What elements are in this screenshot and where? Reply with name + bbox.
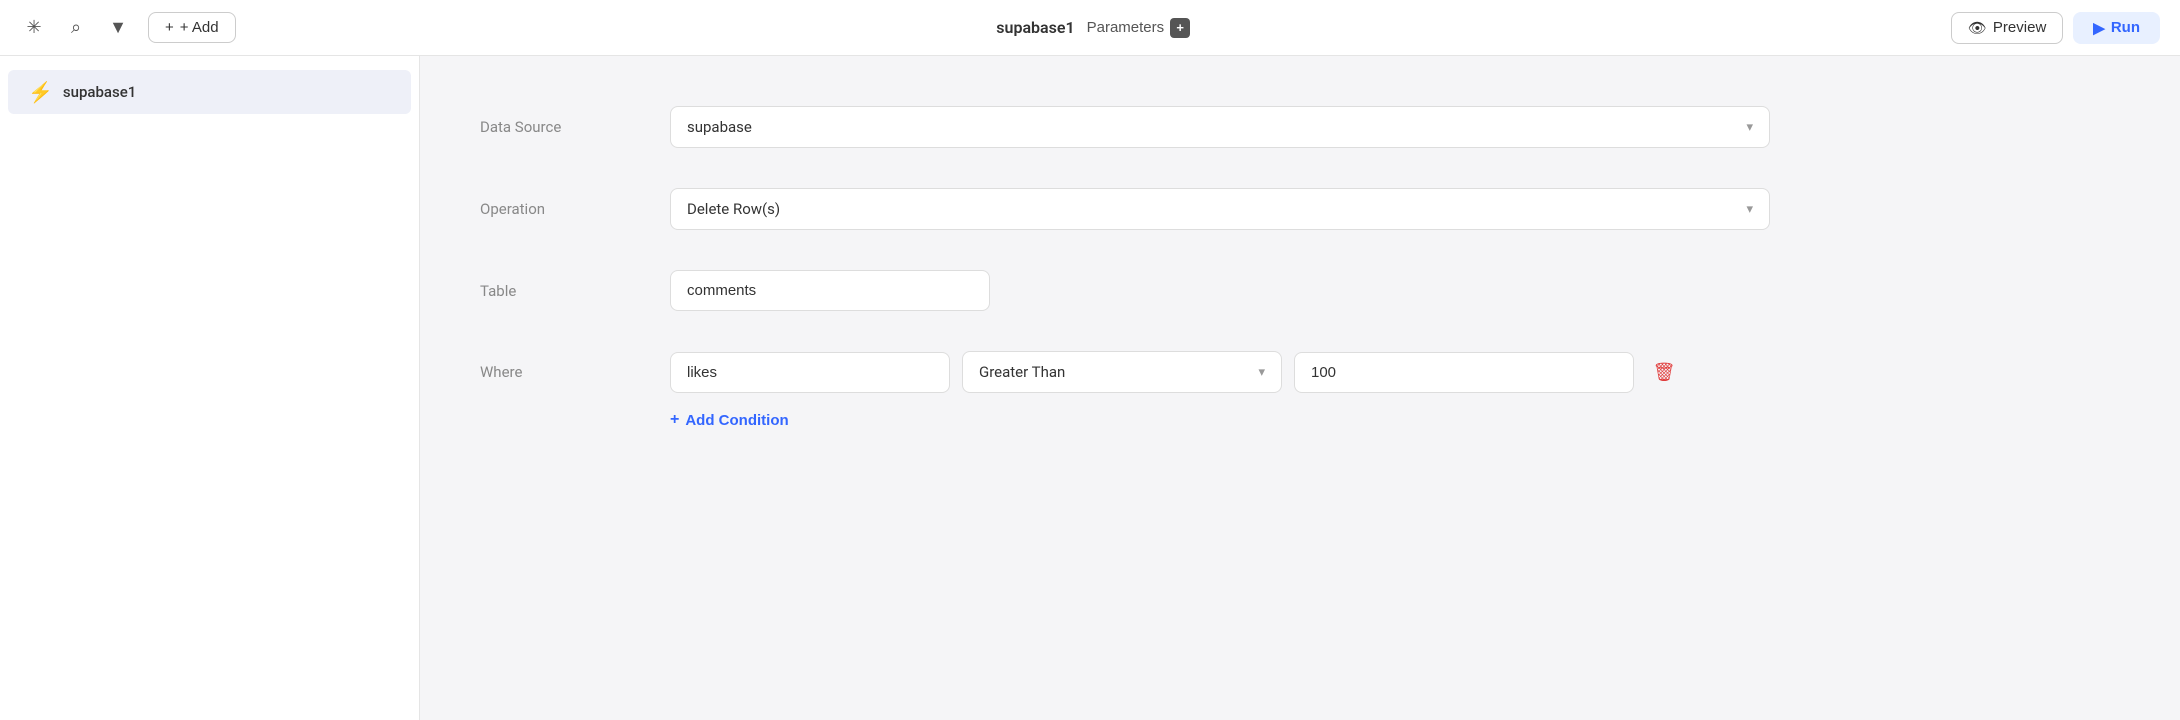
data-source-select[interactable]: supabase ▾ (670, 106, 1770, 148)
filter-icon[interactable]: ▼ (104, 14, 132, 42)
where-label: Where (480, 351, 640, 381)
run-button[interactable]: ▶ Run (2073, 12, 2160, 44)
plus-icon: + (670, 411, 679, 429)
table-row: Table (480, 270, 2120, 311)
condition-row: Greater Than ▾ 🗑 (670, 351, 1770, 393)
add-icon: + (165, 19, 174, 36)
add-label: + Add (180, 19, 219, 36)
operation-label: Operation (480, 188, 640, 218)
table-input[interactable] (670, 270, 990, 311)
pin-icon[interactable]: ✳ (20, 14, 48, 42)
parameters-button[interactable]: Parameters + (1087, 18, 1191, 38)
nav-center: supabase1 Parameters + (252, 18, 1935, 38)
sidebar-item-supabase1[interactable]: ⚡ supabase1 (8, 70, 411, 114)
add-button[interactable]: + + Add (148, 12, 236, 43)
condition-value-input[interactable] (1294, 352, 1634, 393)
add-condition-button[interactable]: + Add Condition (670, 407, 1770, 433)
data-source-value: supabase (687, 118, 752, 136)
top-nav: ✳ ⌕ ▼ + + Add supabase1 Parameters + 👁 P… (0, 0, 2180, 56)
run-label: Run (2111, 19, 2140, 36)
condition-field-input[interactable] (670, 352, 950, 393)
data-source-control: supabase ▾ (670, 106, 1770, 148)
parameters-label: Parameters (1087, 19, 1165, 36)
operation-select[interactable]: Delete Row(s) ▾ (670, 188, 1770, 230)
operation-value: Delete Row(s) (687, 200, 780, 218)
where-control: Greater Than ▾ 🗑 + Add Condition (670, 351, 1770, 433)
condition-operator-value: Greater Than (979, 363, 1065, 381)
main-layout: ⚡ supabase1 Data Source supabase ▾ Opera… (0, 56, 2180, 720)
operation-control: Delete Row(s) ▾ (670, 188, 1770, 230)
trash-icon: 🗑 (1653, 362, 1676, 383)
parameters-plus-icon: + (1170, 18, 1190, 38)
chevron-down-icon: ▾ (1258, 365, 1265, 380)
play-icon: ▶ (2093, 19, 2105, 37)
table-control (670, 270, 1770, 311)
add-condition-label: Add Condition (685, 412, 788, 429)
nav-icon-group: ✳ ⌕ ▼ (20, 14, 132, 42)
lightning-icon: ⚡ (28, 80, 53, 104)
sidebar: ⚡ supabase1 (0, 56, 420, 720)
chevron-down-icon: ▾ (1746, 202, 1753, 217)
nav-title: supabase1 (996, 18, 1074, 37)
operation-row: Operation Delete Row(s) ▾ (480, 188, 2120, 230)
where-conditions: Greater Than ▾ 🗑 + Add Condition (670, 351, 1770, 433)
where-row: Where Greater Than ▾ 🗑 (480, 351, 2120, 433)
sidebar-item-label: supabase1 (63, 83, 136, 101)
data-source-row: Data Source supabase ▾ (480, 106, 2120, 148)
eye-icon: 👁 (1968, 19, 1987, 37)
chevron-down-icon: ▾ (1746, 120, 1753, 135)
search-icon[interactable]: ⌕ (62, 14, 90, 42)
data-source-label: Data Source (480, 106, 640, 136)
delete-condition-button[interactable]: 🗑 (1646, 354, 1682, 390)
form-area: Data Source supabase ▾ Operation Delete … (420, 56, 2180, 720)
condition-operator-select[interactable]: Greater Than ▾ (962, 351, 1282, 393)
preview-button[interactable]: 👁 Preview (1951, 12, 2063, 44)
nav-right: 👁 Preview ▶ Run (1951, 12, 2160, 44)
preview-label: Preview (1993, 19, 2046, 36)
table-label: Table (480, 270, 640, 300)
